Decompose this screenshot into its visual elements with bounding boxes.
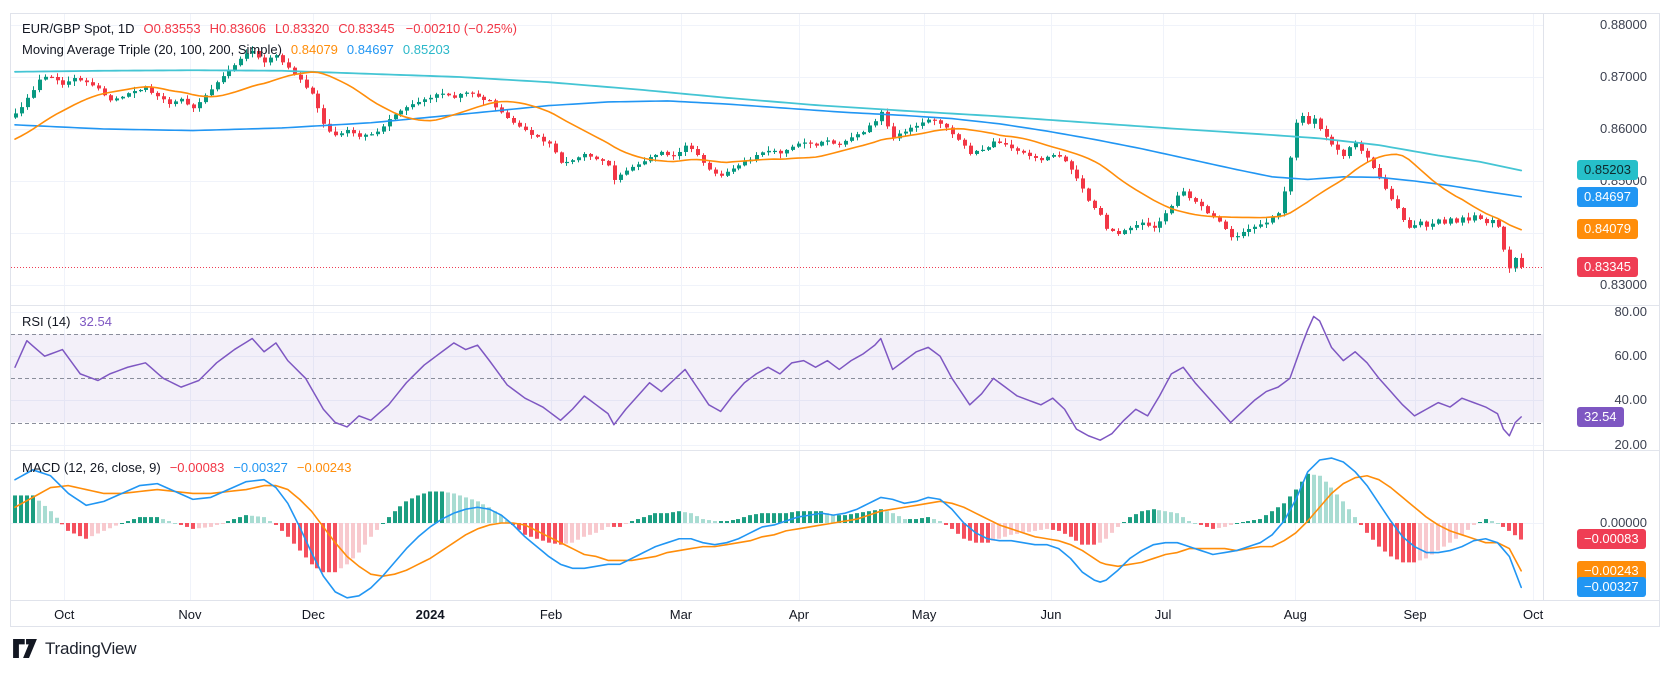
time-axis[interactable]: Oct Nov Dec 2024 Feb Mar Apr May Jun Jul Aug Sep Oct (11, 600, 1659, 626)
ma-indicator-title[interactable]: Moving Average Triple (20, 100, 200, Sim… (22, 42, 282, 57)
rsi-title[interactable]: RSI (14) (22, 314, 70, 329)
price-scale-label: 0.87000 (1600, 69, 1647, 84)
symbol-title[interactable]: EUR/GBP Spot, 1D (22, 21, 134, 36)
ohlc-high: H0.83606 (210, 21, 266, 36)
ma-indicator-header: Moving Average Triple (20, 100, 200, Sim… (22, 42, 450, 57)
macd-header: MACD (12, 26, close, 9) −0.00083 −0.0032… (22, 460, 352, 475)
rsi-value: 32.54 (79, 314, 112, 329)
ohlc-low: L0.83320 (275, 21, 329, 36)
time-axis-label: 2024 (416, 607, 445, 622)
chart-widget: EUR/GBP Spot, 1D O0.83553 H0.83606 L0.83… (10, 13, 1660, 627)
macd-line-value: −0.00327 (233, 460, 288, 475)
ma20-price-badge: 0.84079 (1577, 219, 1638, 239)
time-axis-label: Apr (789, 607, 809, 622)
ma100-price-badge: 0.84697 (1577, 187, 1638, 207)
ma200-price-badge: 0.85203 (1577, 160, 1638, 180)
time-axis-label: Jun (1040, 607, 1061, 622)
time-axis-label: Feb (540, 607, 562, 622)
chart-plot-canvas[interactable] (11, 14, 1543, 600)
pane-separator[interactable] (11, 450, 1659, 451)
macd-scale-label: 0.00000 (1600, 515, 1647, 530)
time-axis-label: Aug (1284, 607, 1307, 622)
time-axis-label: Jul (1155, 607, 1172, 622)
time-axis-label: Dec (302, 607, 325, 622)
time-axis-label: Oct (1523, 607, 1543, 622)
tradingview-logo-icon (13, 639, 37, 659)
ma100-value: 0.84697 (347, 42, 394, 57)
rsi-scale-label: 80.00 (1614, 304, 1647, 319)
rsi-value-badge: 32.54 (1577, 407, 1624, 427)
last-price-badge: 0.83345 (1577, 257, 1638, 277)
macd-signal-value: −0.00243 (297, 460, 352, 475)
symbol-header: EUR/GBP Spot, 1D O0.83553 H0.83606 L0.83… (22, 21, 517, 36)
time-axis-label: May (912, 607, 937, 622)
ma200-value: 0.85203 (403, 42, 450, 57)
price-scale[interactable]: 0.880000.870000.860000.850000.8300080.00… (1543, 14, 1659, 600)
macd-hist-badge: −0.00083 (1577, 529, 1646, 549)
ohlc-close: C0.83345 (338, 21, 394, 36)
time-axis-label: Sep (1403, 607, 1426, 622)
macd-hist-value: −0.00083 (170, 460, 225, 475)
price-scale-label: 0.86000 (1600, 121, 1647, 136)
tradingview-chart-page: { "header": { "symbol": "EUR/GBP Spot, 1… (0, 0, 1674, 674)
price-change: −0.00210 (−0.25%) (406, 21, 517, 36)
ohlc-open: O0.83553 (143, 21, 200, 36)
tradingview-logo-text: TradingView (45, 639, 136, 659)
time-axis-label: Oct (54, 607, 74, 622)
rsi-scale-label: 60.00 (1614, 348, 1647, 363)
price-scale-label: 0.83000 (1600, 277, 1647, 292)
macd-line-badge: −0.00327 (1577, 577, 1646, 597)
rsi-scale-label: 40.00 (1614, 392, 1647, 407)
tradingview-logo[interactable]: TradingView (13, 639, 136, 659)
pane-separator[interactable] (11, 305, 1659, 306)
price-scale-label: 0.88000 (1600, 17, 1647, 32)
rsi-header: RSI (14) 32.54 (22, 314, 112, 329)
macd-title[interactable]: MACD (12, 26, close, 9) (22, 460, 161, 475)
ma20-value: 0.84079 (291, 42, 338, 57)
time-axis-label: Mar (670, 607, 692, 622)
time-axis-label: Nov (178, 607, 201, 622)
